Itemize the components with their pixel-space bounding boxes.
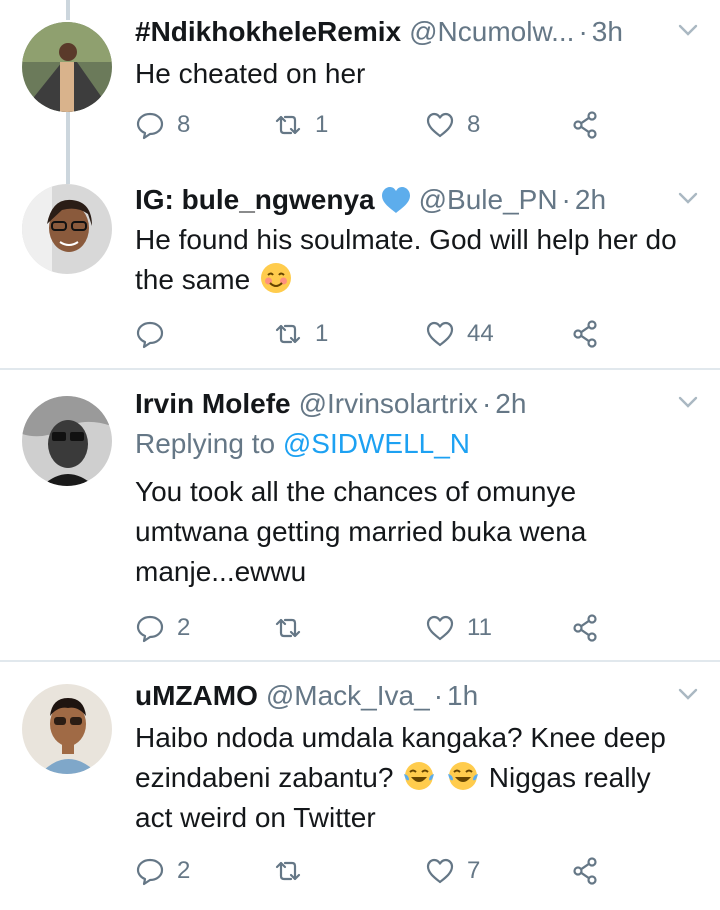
tweet-actions: 2 11 [135, 611, 605, 645]
tweet-text: Haibo ndoda umdala kangaka? Knee deep ez… [135, 718, 690, 838]
display-name[interactable]: Irvin Molefe [135, 388, 291, 420]
like-button[interactable]: 7 [425, 854, 480, 888]
tweet-text-body: He found his soulmate. God will help her… [135, 224, 677, 295]
display-name[interactable]: uMZAMO [135, 680, 258, 712]
like-button[interactable]: 44 [425, 317, 494, 351]
reply-icon [136, 321, 164, 349]
user-handle[interactable]: @Mack_Iva_ [266, 680, 430, 712]
timestamp[interactable]: 1h [447, 680, 478, 712]
tweet[interactable]: #NdikhokheleRemix @Ncumolw... · 3h He ch… [0, 0, 720, 170]
user-handle[interactable]: @Irvinsolartrix [299, 388, 478, 420]
reply-icon [136, 858, 164, 886]
avatar[interactable] [22, 22, 112, 112]
heart-icon [426, 321, 454, 347]
reply-button[interactable]: 2 [135, 854, 190, 888]
retweet-icon [275, 324, 301, 344]
tweet[interactable]: uMZAMO @Mack_Iva_ · 1h Haibo ndoda umdal… [0, 662, 720, 910]
tweet-actions: 8 1 8 [135, 108, 605, 142]
timestamp[interactable]: 2h [575, 184, 606, 216]
like-count: 8 [467, 111, 481, 138]
retweet-button[interactable]: 1 [273, 317, 328, 351]
mention-link[interactable]: @SIDWELL_N [283, 428, 470, 459]
share-icon [573, 614, 597, 642]
user-handle[interactable]: @Bule_PN [419, 184, 558, 216]
display-name[interactable]: IG: bule_ngwenya [135, 184, 375, 216]
replying-to: Replying to @SIDWELL_N [135, 428, 470, 460]
separator-dot: · [433, 680, 444, 711]
chevron-down-icon[interactable] [676, 18, 700, 42]
heart-icon [426, 615, 454, 641]
retweet-button[interactable]: 1 [273, 108, 328, 142]
reply-button[interactable] [135, 317, 177, 351]
retweet-count: 1 [315, 111, 329, 138]
tweet-actions: 1 44 [135, 317, 605, 351]
retweet-icon [275, 618, 301, 638]
tweet[interactable]: Irvin Molefe @Irvinsolartrix · 2h Replyi… [0, 370, 720, 660]
retweet-count: 1 [315, 320, 329, 347]
face-with-tears-of-joy-icon [404, 762, 435, 790]
reply-button[interactable]: 8 [135, 108, 190, 142]
share-icon [573, 320, 597, 348]
separator-dot: · [578, 16, 588, 47]
retweet-button[interactable] [273, 611, 315, 645]
avatar[interactable] [22, 396, 112, 486]
like-button[interactable]: 8 [425, 108, 480, 142]
retweet-icon [275, 115, 301, 135]
share-icon [573, 857, 597, 885]
reply-count: 2 [177, 857, 191, 884]
tweet-actions: 2 7 [135, 854, 605, 888]
heart-icon [426, 858, 454, 884]
reply-count: 2 [177, 614, 191, 641]
retweet-icon [275, 861, 301, 881]
tweet[interactable]: IG: bule_ngwenya @Bule_PN · 2h He found … [0, 170, 720, 368]
reply-count: 8 [177, 111, 191, 138]
display-name[interactable]: #NdikhokheleRemix [135, 16, 401, 48]
blue-heart-icon [381, 187, 410, 213]
retweet-button[interactable] [273, 854, 315, 888]
timestamp[interactable]: 2h [495, 388, 526, 420]
separator-dot: · [561, 184, 571, 215]
reply-icon [136, 615, 164, 643]
replying-to-label: Replying to [135, 428, 276, 459]
like-count: 11 [467, 614, 492, 641]
tweet-text: He found his soulmate. God will help her… [135, 220, 690, 300]
smiling-face-icon [260, 263, 291, 293]
chevron-down-icon[interactable] [676, 390, 700, 414]
tweet-text: He cheated on her [135, 58, 366, 89]
share-icon [573, 111, 597, 139]
like-count: 44 [467, 320, 494, 347]
heart-icon [426, 112, 454, 138]
share-button[interactable] [570, 108, 612, 142]
avatar[interactable] [22, 184, 112, 274]
separator-dot: · [481, 388, 492, 419]
chevron-down-icon[interactable] [676, 682, 700, 706]
share-button[interactable] [570, 854, 612, 888]
tweet-text: You took all the chances of omunye umtwa… [135, 476, 587, 587]
user-handle[interactable]: @Ncumolw... [409, 16, 574, 48]
like-count: 7 [467, 857, 481, 884]
chevron-down-icon[interactable] [676, 186, 700, 210]
share-button[interactable] [570, 317, 612, 351]
share-button[interactable] [570, 611, 612, 645]
timestamp[interactable]: 3h [592, 16, 623, 48]
face-with-tears-of-joy-icon [448, 762, 479, 790]
like-button[interactable]: 11 [425, 611, 492, 645]
reply-button[interactable]: 2 [135, 611, 190, 645]
avatar[interactable] [22, 684, 112, 774]
reply-icon [136, 112, 164, 140]
